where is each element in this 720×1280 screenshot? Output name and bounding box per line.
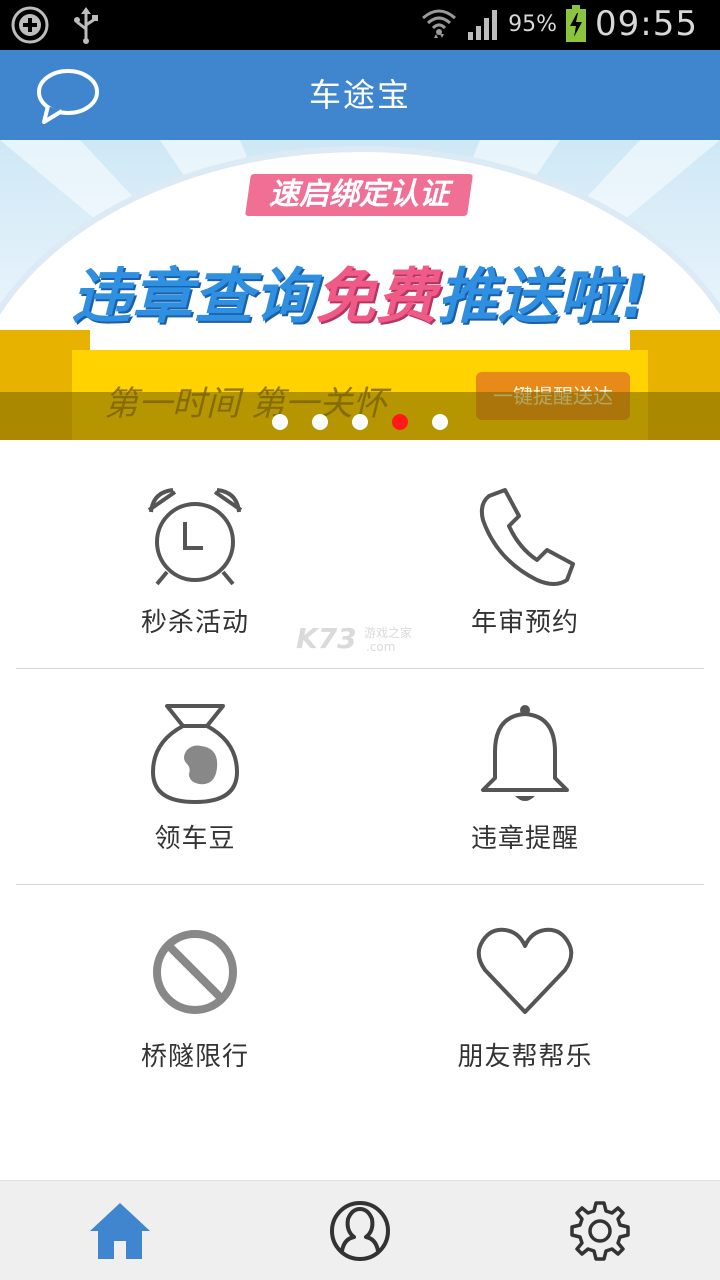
alarm-clock-icon bbox=[147, 488, 243, 586]
app-header: 车途宝 bbox=[0, 50, 720, 140]
pager-dot[interactable] bbox=[432, 414, 448, 430]
banner-tag: 速启绑定认证 bbox=[269, 177, 449, 212]
wifi-icon bbox=[422, 9, 457, 38]
battery-charging-icon bbox=[566, 5, 587, 42]
add-circle-icon bbox=[11, 6, 49, 44]
status-bar: 95% 09:55 bbox=[0, 0, 720, 50]
feature-label: 桥隧限行 bbox=[140, 1042, 249, 1072]
feature-grid: 秒杀活动 年审预约 领车豆 违章提醒 桥隧限行 朋友帮帮乐 bbox=[0, 440, 720, 1180]
bean-bag-icon bbox=[151, 704, 239, 804]
feature-label: 违章提醒 bbox=[470, 824, 579, 854]
feature-label: 领车豆 bbox=[154, 824, 236, 854]
headline-part2: 推送啦! bbox=[437, 262, 649, 332]
banner-headline: 违章查询免费推送啦! bbox=[40, 248, 680, 335]
heart-icon bbox=[476, 927, 574, 1014]
promo-banner[interactable]: 速启绑定认证 违章查询免费推送啦! 第一时间 第一关怀 一键提醒送达 bbox=[0, 140, 720, 440]
headline-part1: 违章查询 bbox=[71, 262, 316, 332]
bell-icon bbox=[481, 705, 569, 801]
phone-icon bbox=[479, 488, 575, 586]
signal-icon bbox=[468, 10, 498, 40]
no-entry-icon bbox=[153, 930, 237, 1014]
gear-icon bbox=[570, 1201, 630, 1261]
feature-violation-alert[interactable]: 违章提醒 bbox=[360, 658, 690, 874]
pager-dot[interactable] bbox=[272, 414, 288, 430]
page-title: 车途宝 bbox=[308, 76, 411, 114]
bottom-nav bbox=[0, 1180, 720, 1280]
battery-percent: 95% bbox=[508, 11, 558, 37]
usb-icon bbox=[74, 7, 98, 44]
pager-dot-active[interactable] bbox=[392, 414, 408, 430]
banner-pager bbox=[0, 414, 720, 430]
watermark-domain: .com bbox=[366, 640, 396, 654]
feature-label: 朋友帮帮乐 bbox=[457, 1042, 593, 1072]
watermark-tagline: 游戏之家 bbox=[364, 626, 413, 640]
user-icon bbox=[330, 1201, 390, 1261]
watermark-logo: K73 游戏之家 .com bbox=[296, 622, 426, 658]
feature-bridge-tunnel-restriction[interactable]: 桥隧限行 bbox=[30, 876, 360, 1092]
feature-car-beans[interactable]: 领车豆 bbox=[30, 658, 360, 874]
headline-highlight: 免费 bbox=[315, 262, 438, 332]
pager-dot[interactable] bbox=[352, 414, 368, 430]
nav-settings[interactable] bbox=[568, 1199, 632, 1263]
feature-friends-help[interactable]: 朋友帮帮乐 bbox=[360, 876, 690, 1092]
clock: 09:55 bbox=[595, 4, 698, 44]
watermark-brand: K73 bbox=[296, 622, 357, 655]
nav-home[interactable] bbox=[88, 1199, 152, 1263]
nav-profile[interactable] bbox=[328, 1199, 392, 1263]
home-icon bbox=[90, 1203, 150, 1259]
pager-dot[interactable] bbox=[312, 414, 328, 430]
